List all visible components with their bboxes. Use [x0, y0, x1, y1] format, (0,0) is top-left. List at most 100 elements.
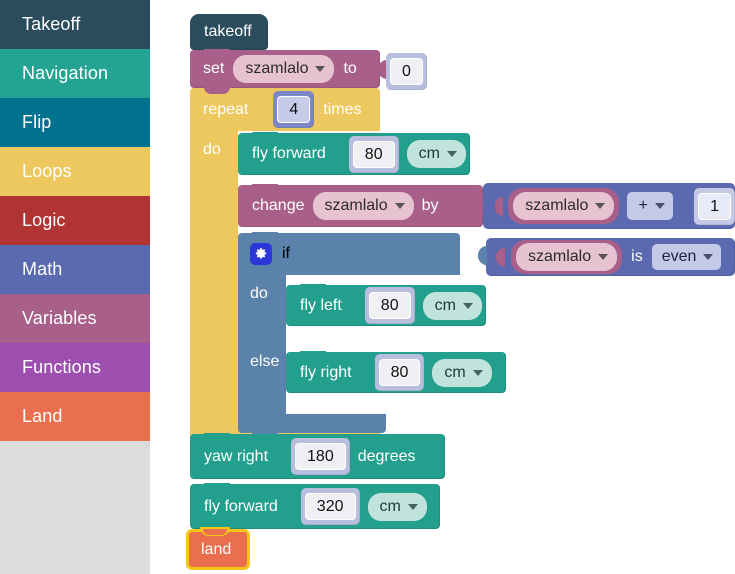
yaw-right-label: yaw right [204, 447, 269, 465]
if-keyword: if [282, 245, 290, 262]
chevron-down-icon [654, 203, 665, 209]
yaw-right-socket [276, 447, 286, 466]
if-top-notch [252, 232, 278, 239]
fly-left-top-notch [300, 284, 326, 291]
repeat-do-label: do [203, 141, 221, 158]
fly-forward-1-shadow[interactable]: 80 [348, 135, 399, 173]
arithmetic-right-shadow[interactable]: 1 [694, 187, 735, 225]
set-to-label: to [343, 60, 357, 77]
block-fly-forward-2[interactable]: fly forward 320 cm [190, 484, 440, 529]
arithmetic-right-field[interactable]: 1 [698, 192, 731, 220]
fly-forward-2-shadow[interactable]: 320 [300, 488, 360, 525]
fly-left-field[interactable]: 80 [368, 292, 411, 319]
repeat-count-shadow[interactable]: 4 [273, 91, 315, 128]
toolbox-category-takeoff[interactable]: Takeoff [0, 0, 150, 49]
fly-left-socket [349, 296, 359, 315]
fly-forward-2-field[interactable]: 320 [304, 493, 356, 520]
fly-right-unit-label: cm [444, 363, 466, 381]
if-else-label: else [250, 353, 280, 370]
block-takeoff[interactable]: takeoff [190, 14, 268, 56]
fly-forward-2-unit-label: cm [379, 497, 401, 515]
arithmetic-operator-dropdown[interactable]: + [627, 192, 673, 220]
set-value-field[interactable]: 0 [390, 58, 423, 85]
toolbox-category-land[interactable]: Land [0, 392, 150, 441]
block-fly-forward-1[interactable]: fly forward 80 cm [238, 133, 470, 175]
yaw-right-field[interactable]: 180 [295, 443, 346, 470]
is-even-left-socket [496, 247, 505, 267]
toolbox-category-functions[interactable]: Functions [0, 343, 150, 392]
land-top-notch [203, 529, 227, 535]
yaw-right-unit-label: degrees [357, 447, 416, 465]
is-even-variable-label: szamlalo [528, 248, 592, 265]
toolbox-category-variables[interactable]: Variables [0, 294, 150, 343]
toolbox-category-label: Flip [22, 112, 52, 132]
repeat-count-socket [257, 100, 267, 119]
arithmetic-left-operand-block[interactable]: szamlalo [508, 188, 620, 224]
blockly-app: Takeoff Navigation Flip Loops Logic Math… [0, 0, 735, 574]
chevron-down-icon [595, 203, 606, 209]
toolbox-sidebar: Takeoff Navigation Flip Loops Logic Math… [0, 0, 150, 574]
block-fly-left[interactable]: fly left 80 cm [286, 285, 486, 326]
block-takeoff-label: takeoff [204, 23, 252, 40]
block-change-variable[interactable]: change szamlalo by [238, 185, 483, 227]
block-set-variable[interactable]: set szamlalo to [190, 49, 380, 94]
toolbox-category-logic[interactable]: Logic [0, 196, 150, 245]
if-foot [238, 414, 386, 433]
arithmetic-right-socket [680, 196, 690, 216]
fly-forward-1-top-notch [252, 132, 278, 139]
block-is-even-test[interactable]: szamlalo is even [480, 238, 735, 276]
block-fly-right[interactable]: fly right 80 cm [286, 352, 506, 393]
repeat-times-label: times [323, 100, 362, 118]
toolbox-category-flip[interactable]: Flip [0, 98, 150, 147]
fly-left-shadow[interactable]: 80 [364, 287, 415, 324]
toolbox-category-math[interactable]: Math [0, 245, 150, 294]
chevron-down-icon [407, 503, 418, 510]
block-arithmetic[interactable]: szamlalo + 1 [477, 183, 735, 229]
fly-right-top-notch [300, 351, 326, 358]
repeat-header[interactable]: repeat 4 times [190, 88, 380, 131]
fly-forward-2-label: fly forward [204, 497, 278, 515]
fly-forward-2-unit-dropdown[interactable]: cm [367, 492, 427, 521]
chevron-down-icon [703, 254, 714, 260]
fly-right-socket [359, 363, 369, 382]
repeat-count-field[interactable]: 4 [277, 96, 311, 123]
fly-right-field[interactable]: 80 [378, 359, 421, 386]
if-do-label: do [250, 285, 268, 302]
fly-right-unit-dropdown[interactable]: cm [432, 358, 492, 387]
chevron-down-icon [598, 254, 609, 260]
set-value-shadow[interactable]: 0 [386, 53, 427, 90]
toolbox-category-loops[interactable]: Loops [0, 147, 150, 196]
fly-forward-1-field[interactable]: 80 [352, 140, 395, 168]
yaw-right-shadow[interactable]: 180 [291, 438, 350, 475]
variable-dropdown-szamlalo[interactable]: szamlalo [233, 55, 335, 83]
if-header[interactable]: if [238, 233, 460, 275]
arithmetic-left-socket [495, 196, 504, 216]
is-even-value-label: even [661, 248, 697, 265]
repeat-spine [190, 131, 238, 429]
repeat-keyword: repeat [203, 100, 249, 118]
toolbox-category-navigation[interactable]: Navigation [0, 49, 150, 98]
toolbox-category-label: Functions [22, 357, 101, 377]
fly-forward-1-socket [333, 144, 343, 164]
fly-forward-1-unit-label: cm [418, 145, 440, 162]
change-variable-dropdown[interactable]: szamlalo [312, 192, 414, 220]
gear-icon[interactable] [250, 243, 272, 265]
arithmetic-left-variable-dropdown[interactable]: szamlalo [513, 192, 615, 220]
fly-forward-1-unit-dropdown[interactable]: cm [406, 140, 466, 168]
toolbox-category-label: Takeoff [22, 14, 81, 34]
is-even-value-dropdown[interactable]: even [651, 244, 722, 270]
chevron-down-icon [315, 66, 326, 72]
block-yaw-right[interactable]: yaw right 180 degrees [190, 434, 445, 479]
blockly-workspace[interactable]: takeoff set szamlalo to 0 repeat 4 times… [150, 0, 735, 574]
is-even-variable-block[interactable]: szamlalo [511, 240, 623, 274]
change-by-label: by [421, 197, 439, 214]
chevron-down-icon [472, 369, 483, 376]
fly-left-unit-dropdown[interactable]: cm [422, 291, 482, 320]
change-variable-label: szamlalo [324, 197, 388, 214]
block-land-label: land [201, 540, 232, 558]
fly-forward-2-socket [285, 497, 295, 516]
fly-right-label: fly right [300, 363, 352, 381]
fly-right-shadow[interactable]: 80 [374, 354, 425, 391]
is-even-variable-dropdown[interactable]: szamlalo [516, 243, 618, 271]
change-keyword: change [252, 197, 305, 214]
